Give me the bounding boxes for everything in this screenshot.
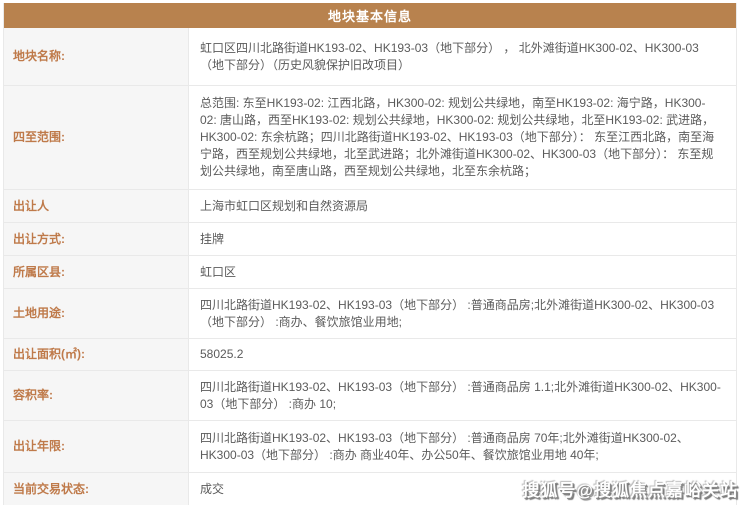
- parcel-info-table: 地块基本信息 地块名称: 虹口区四川北路街道HK193-02、HK193-03（…: [3, 3, 737, 505]
- row-transfer-area-label: 出让面积(㎡):: [4, 339, 189, 370]
- row-transfer-term-value: 四川北路街道HK193-02、HK193-03（地下部分） :普通商品房 70年…: [189, 421, 736, 472]
- row-plot-ratio: 容积率: 四川北路街道HK193-02、HK193-03（地下部分） :普通商品…: [4, 371, 736, 421]
- row-transfer-area-value: 58025.2: [189, 339, 736, 370]
- row-boundaries-value: 总范围: 东至HK193-02: 江西北路，HK300-02: 规划公共绿地，南…: [189, 86, 736, 189]
- row-district: 所属区县: 虹口区: [4, 256, 736, 289]
- row-plot-ratio-value: 四川北路街道HK193-02、HK193-03（地下部分） :普通商品房 1.1…: [189, 371, 736, 420]
- row-boundaries-label: 四至范围:: [4, 86, 189, 189]
- row-transfer-term-label: 出让年限:: [4, 421, 189, 472]
- row-transfer-method: 出让方式: 挂牌: [4, 223, 736, 256]
- table-title: 地块基本信息: [4, 3, 736, 28]
- row-transfer-method-label: 出让方式:: [4, 223, 189, 255]
- row-land-use: 土地用途: 四川北路街道HK193-02、HK193-03（地下部分） :普通商…: [4, 289, 736, 339]
- row-parcel-name-label: 地块名称:: [4, 28, 189, 85]
- row-land-use-value: 四川北路街道HK193-02、HK193-03（地下部分） :普通商品房;北外滩…: [189, 289, 736, 338]
- row-transfer-term: 出让年限: 四川北路街道HK193-02、HK193-03（地下部分） :普通商…: [4, 421, 736, 473]
- row-plot-ratio-label: 容积率:: [4, 371, 189, 420]
- row-district-value: 虹口区: [189, 256, 736, 288]
- row-parcel-name: 地块名称: 虹口区四川北路街道HK193-02、HK193-03（地下部分） ，…: [4, 28, 736, 86]
- row-district-label: 所属区县:: [4, 256, 189, 288]
- row-transfer-method-value: 挂牌: [189, 223, 736, 255]
- row-transaction-status-label: 当前交易状态:: [4, 473, 189, 505]
- row-parcel-name-value: 虹口区四川北路街道HK193-02、HK193-03（地下部分） ， 北外滩街道…: [189, 28, 736, 85]
- row-transaction-status-value: 成交: [189, 473, 736, 505]
- page: 地块基本信息 地块名称: 虹口区四川北路街道HK193-02、HK193-03（…: [0, 0, 740, 505]
- row-land-use-label: 土地用途:: [4, 289, 189, 338]
- row-transferor-label: 出让人: [4, 190, 189, 222]
- row-transaction-status: 当前交易状态: 成交: [4, 473, 736, 505]
- row-transfer-area: 出让面积(㎡): 58025.2: [4, 339, 736, 371]
- row-transferor: 出让人 上海市虹口区规划和自然资源局: [4, 190, 736, 223]
- row-transferor-value: 上海市虹口区规划和自然资源局: [189, 190, 736, 222]
- row-boundaries: 四至范围: 总范围: 东至HK193-02: 江西北路，HK300-02: 规划…: [4, 86, 736, 190]
